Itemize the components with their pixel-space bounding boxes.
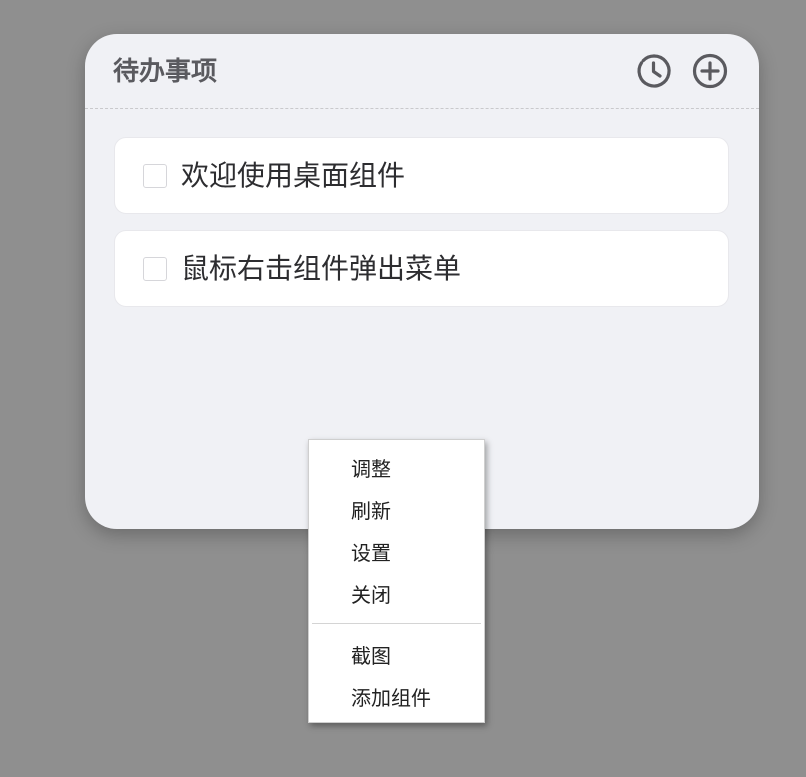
plus-circle-icon bbox=[691, 52, 729, 90]
menu-item-settings[interactable]: 设置 bbox=[309, 534, 484, 570]
menu-item-screenshot[interactable]: 截图 bbox=[309, 637, 484, 673]
todo-text: 鼠标右击组件弹出菜单 bbox=[181, 252, 462, 285]
menu-item-close[interactable]: 关闭 bbox=[309, 576, 484, 612]
context-menu: 调整 刷新 设置 关闭 截图 添加组件 bbox=[308, 439, 485, 723]
history-clock-icon bbox=[635, 52, 673, 90]
todo-checkbox[interactable] bbox=[143, 257, 167, 281]
history-button[interactable] bbox=[635, 52, 673, 90]
add-todo-button[interactable] bbox=[691, 52, 729, 90]
menu-item-label: 截图 bbox=[351, 644, 391, 668]
menu-item-label: 调整 bbox=[351, 457, 391, 481]
todo-text: 欢迎使用桌面组件 bbox=[181, 159, 406, 192]
menu-item-label: 添加组件 bbox=[351, 686, 431, 710]
menu-item-adjust[interactable]: 调整 bbox=[309, 450, 484, 486]
menu-item-label: 刷新 bbox=[351, 499, 391, 523]
menu-separator bbox=[312, 623, 481, 624]
menu-item-label: 关闭 bbox=[351, 583, 391, 607]
menu-item-label: 设置 bbox=[351, 541, 391, 565]
todo-checkbox[interactable] bbox=[143, 164, 167, 188]
menu-item-refresh[interactable]: 刷新 bbox=[309, 492, 484, 528]
todo-item[interactable]: 鼠标右击组件弹出菜单 bbox=[114, 230, 729, 307]
todo-item[interactable]: 欢迎使用桌面组件 bbox=[114, 137, 729, 214]
widget-title: 待办事项 bbox=[113, 57, 218, 87]
widget-header: 待办事项 bbox=[85, 34, 759, 109]
menu-item-add-widget[interactable]: 添加组件 bbox=[309, 679, 484, 715]
